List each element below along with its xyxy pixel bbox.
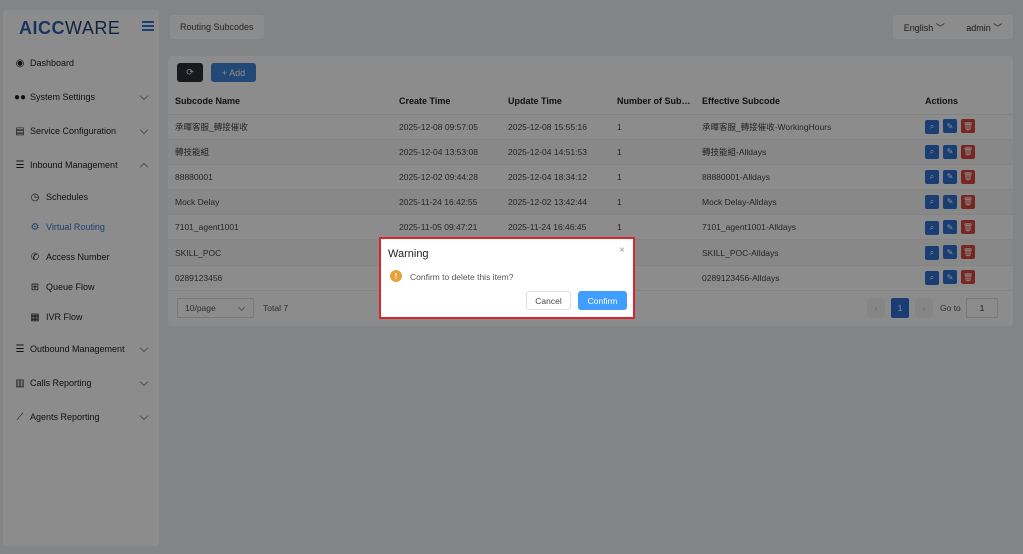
dialog-title: Warning (388, 248, 429, 260)
app-root: AICCWARE ◉ Dashboard ●● System Settings … (0, 0, 1023, 554)
warning-dialog: Warning × ! Confirm to delete this item?… (379, 237, 635, 319)
confirm-button[interactable]: Confirm (578, 291, 627, 310)
close-icon[interactable]: × (619, 245, 625, 256)
dialog-message: Confirm to delete this item? (410, 272, 514, 282)
cancel-button[interactable]: Cancel (526, 291, 571, 310)
warning-icon: ! (390, 270, 402, 282)
